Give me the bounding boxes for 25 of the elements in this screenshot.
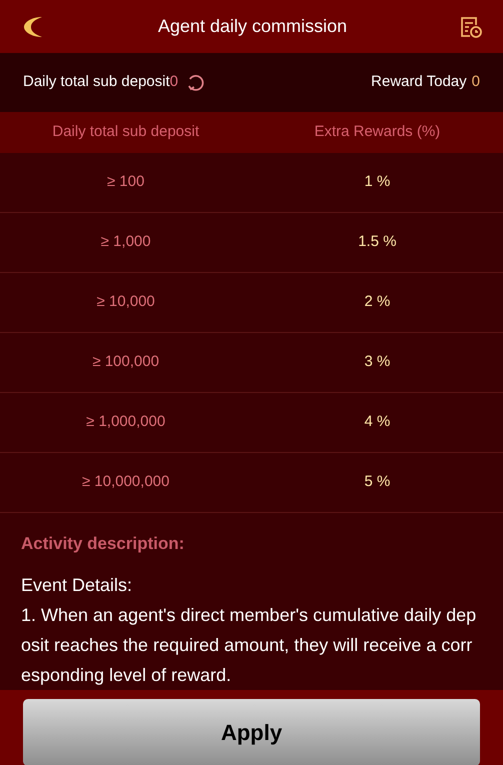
table-cell-text: ≥ 100,000 (92, 352, 160, 372)
table-cell-text: ≥ 10,000,000 (82, 472, 170, 492)
description-title: Event Details: (21, 574, 134, 596)
table-cell-text: 2 % (364, 292, 390, 312)
column-header: Extra Rewards (%) (314, 122, 440, 142)
table-cell-text: ≥ 1,000,000 (86, 412, 166, 432)
table-cell-text: 3 % (364, 352, 390, 372)
reward-label: Reward Today (371, 72, 467, 92)
table-cell-text: 1 % (364, 172, 390, 192)
deposit-value: 0 (170, 72, 178, 92)
record-history-icon[interactable] (459, 14, 483, 38)
refresh-icon[interactable] (186, 72, 206, 92)
table-cell-text: 5 % (364, 472, 390, 492)
description-heading: Activity description: (21, 533, 186, 555)
apply-button[interactable]: Apply (23, 698, 480, 765)
reward-value: 0 (472, 72, 480, 92)
table-cell-text: 4 % (364, 412, 390, 432)
description-text: 1. When an agent's direct member's cumulative daily deposit reaches the required amount, they will receive a corresponding level of reward. (21, 604, 478, 687)
table-cell-text: 1.5 % (358, 232, 396, 252)
column-header: Daily total sub deposit (52, 122, 200, 142)
table-cell-text: ≥ 1,000 (100, 232, 151, 252)
table-cell-text: ≥ 10,000 (96, 292, 155, 312)
table-cell-text: ≥ 100 (107, 172, 144, 192)
deposit-label: Daily total sub deposit (23, 72, 170, 92)
page-title: Agent daily commission (158, 15, 348, 38)
